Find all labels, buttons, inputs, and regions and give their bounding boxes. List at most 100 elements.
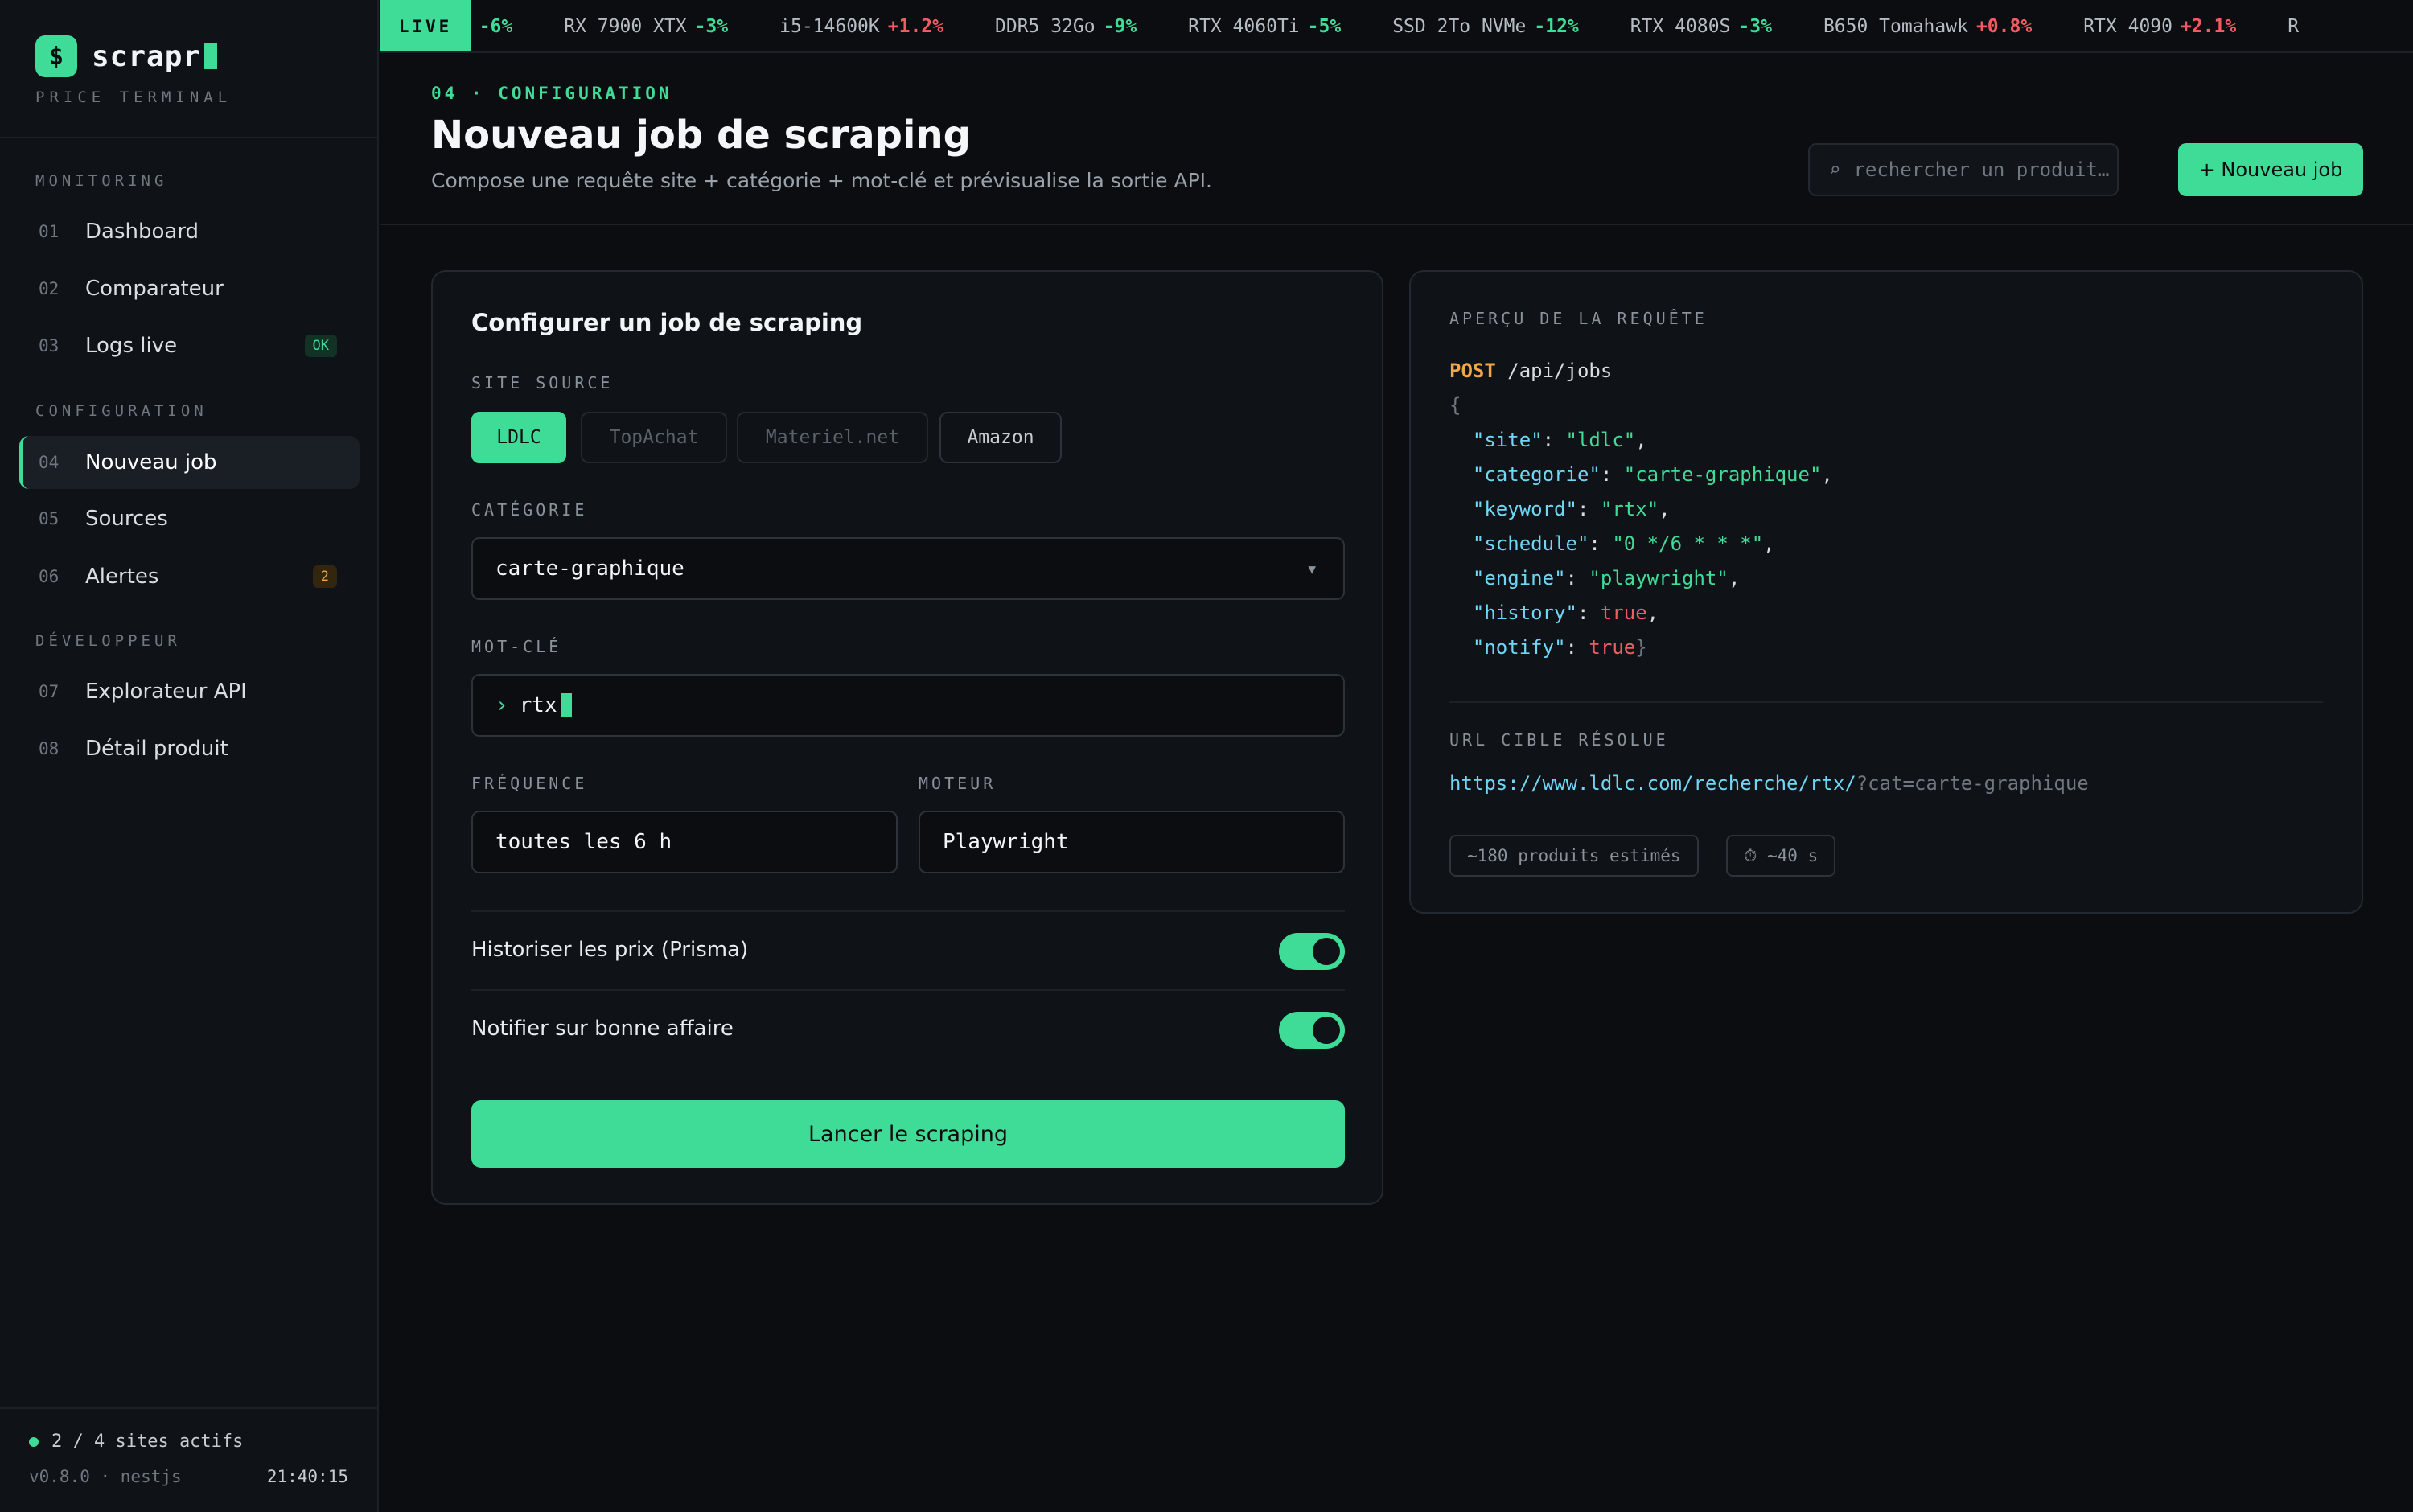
version-label: v0.8.0 · nestjs	[29, 1467, 182, 1486]
sidebar-item-sources[interactable]: 05 Sources	[19, 492, 360, 545]
page-subtitle: Compose une requête site + catégorie + m…	[431, 169, 1212, 192]
ticker-name: RTX 4080S	[1630, 16, 1731, 37]
nav-number: 06	[39, 567, 60, 586]
divider	[0, 137, 379, 138]
sidebar-item-dashboard[interactable]: 01 Dashboard	[19, 205, 360, 258]
category-value: carte-graphique	[495, 557, 684, 581]
price-ticker: LIVE 3D-6% RX 7900 XTX-3% i5-14600K+1.2%…	[380, 0, 2413, 53]
sidebar-item-alertes[interactable]: 06 Alertes 2	[19, 550, 360, 603]
sidebar-item-logs-live[interactable]: 03 Logs live OK	[19, 319, 360, 372]
category-select[interactable]: carte-graphique ▼	[471, 537, 1345, 600]
breadcrumb: 04 · CONFIGURATION	[431, 84, 672, 103]
ticker-change: +1.2%	[887, 16, 943, 37]
ticker-change: -3%	[1738, 16, 1772, 37]
json-key: keyword	[1484, 498, 1566, 520]
json-preview[interactable]: POST /api/jobs { "site": "ldlc", "catego…	[1449, 354, 1833, 665]
sidebar-item-label: Dashboard	[85, 220, 199, 244]
keyword-label: MOT-CLÉ	[471, 637, 562, 656]
divider	[471, 989, 1345, 991]
estimate-products-badge: ~180 produits estimés	[1449, 835, 1699, 877]
chevron-down-icon: ▼	[1308, 561, 1316, 577]
divider	[471, 910, 1345, 912]
toggle-knob	[1313, 938, 1340, 965]
site-source-label: SITE SOURCE	[471, 373, 614, 392]
json-value: ldlc	[1576, 429, 1624, 451]
engine-label: MOTEUR	[919, 774, 997, 793]
json-value: rtx	[1612, 498, 1647, 520]
json-key: schedule	[1484, 532, 1577, 555]
request-preview-card: APERÇU DE LA REQUÊTE POST /api/jobs { "s…	[1409, 270, 2363, 914]
history-toggle[interactable]	[1279, 933, 1345, 970]
ticker-name: RTX 4090	[2083, 16, 2173, 37]
site-option-ldlc[interactable]: LDLC	[471, 412, 566, 463]
category-label: CATÉGORIE	[471, 500, 588, 520]
resolved-url-label: URL CIBLE RÉSOLUE	[1449, 730, 1669, 750]
json-key: history	[1484, 602, 1566, 624]
ticker-change: -6%	[479, 16, 513, 37]
new-job-button[interactable]: + Nouveau job	[2178, 143, 2363, 196]
json-value: carte-graphique	[1635, 463, 1810, 486]
json-key: categorie	[1484, 463, 1589, 486]
live-badge: LIVE	[380, 0, 471, 51]
json-value: 0 */6 * * *	[1623, 532, 1752, 555]
app-name: scrapr	[92, 39, 202, 73]
ticker-name: DDR5 32Go	[995, 16, 1096, 37]
json-value: playwright	[1600, 567, 1717, 590]
launch-scraping-button[interactable]: Lancer le scraping	[471, 1100, 1345, 1168]
ticker-item: R	[2288, 16, 2299, 37]
api-path: /api/jobs	[1507, 360, 1613, 382]
json-value: true	[1600, 602, 1647, 624]
sidebar-item-comparateur[interactable]: 02 Comparateur	[19, 262, 360, 315]
section-label-configuration: CONFIGURATION	[35, 402, 208, 420]
ticker-name: R	[2288, 16, 2300, 37]
config-card: Configurer un job de scraping SITE SOURC…	[431, 270, 1383, 1205]
sidebar-item-detail-produit[interactable]: 08 Détail produit	[19, 722, 360, 775]
cursor-block-icon	[204, 43, 218, 69]
ticker-item: B650 Tomahawk +0.8%	[1823, 16, 2032, 37]
sites-status: 2 / 4 sites actifs	[29, 1432, 243, 1452]
frequency-select[interactable]: toutes les 6 h	[471, 811, 898, 873]
ticker-change: -5%	[1307, 16, 1342, 37]
sidebar-item-label: Alertes	[85, 565, 159, 589]
logo[interactable]: $ scrapr	[35, 35, 218, 77]
ticker-item: i5-14600K +1.2%	[779, 16, 943, 37]
site-option-materiel-net[interactable]: Materiel.net	[737, 412, 928, 463]
app-subtitle: PRICE TERMINAL	[35, 88, 232, 106]
sidebar-item-label: Logs live	[85, 334, 178, 358]
toggle-knob	[1313, 1017, 1340, 1044]
search-input[interactable]: ⌕ rechercher un produit…	[1808, 143, 2119, 196]
count-badge: 2	[312, 565, 337, 588]
engine-select[interactable]: Playwright	[919, 811, 1345, 873]
frequency-value: toutes les 6 h	[495, 830, 672, 854]
ticker-item: RX 7900 XTX -3%	[564, 16, 728, 37]
nav-number: 01	[39, 222, 60, 241]
ticker-name: SSD 2To NVMe	[1392, 16, 1527, 37]
json-key: engine	[1484, 567, 1555, 590]
sites-status-text: 2 / 4 sites actifs	[51, 1432, 244, 1452]
section-label-monitoring: MONITORING	[35, 172, 168, 190]
ticker-change: +2.1%	[2180, 16, 2237, 37]
text-cursor-icon	[560, 693, 572, 717]
nav-number: 04	[39, 453, 60, 472]
nav-number: 02	[39, 279, 60, 298]
notify-toggle[interactable]	[1279, 1012, 1345, 1049]
site-option-topachat[interactable]: TopAchat	[581, 412, 727, 463]
ticker-track: 3D-6% RX 7900 XTX-3% i5-14600K+1.2% DDR5…	[449, 0, 2350, 51]
search-placeholder: rechercher un produit…	[1853, 158, 2110, 181]
notify-toggle-label: Notifier sur bonne affaire	[471, 1017, 734, 1041]
sidebar-item-nouveau-job[interactable]: 04 Nouveau job	[19, 436, 360, 489]
ticker-item: RTX 4080S -3%	[1630, 16, 1772, 37]
engine-value: Playwright	[943, 830, 1069, 854]
page-header: 04 · CONFIGURATION Nouveau job de scrapi…	[380, 55, 2413, 225]
site-option-amazon[interactable]: Amazon	[939, 412, 1062, 463]
ticker-change: -9%	[1103, 16, 1137, 37]
url-base: https://www.ldlc.com/recherche/rtx/	[1449, 772, 1856, 795]
ticker-name: i5-14600K	[779, 16, 880, 37]
ticker-item: DDR5 32Go -9%	[995, 16, 1137, 37]
url-query: ?cat=carte-graphique	[1856, 772, 2089, 795]
sidebar: $ scrapr PRICE TERMINAL MONITORING 01 Da…	[0, 0, 379, 1512]
sidebar-item-explorateur-api[interactable]: 07 Explorateur API	[19, 665, 360, 718]
resolved-url[interactable]: https://www.ldlc.com/recherche/rtx/?cat=…	[1449, 772, 2089, 795]
keyword-input[interactable]: › rtx	[471, 674, 1345, 737]
frequency-label: FRÉQUENCE	[471, 774, 588, 793]
